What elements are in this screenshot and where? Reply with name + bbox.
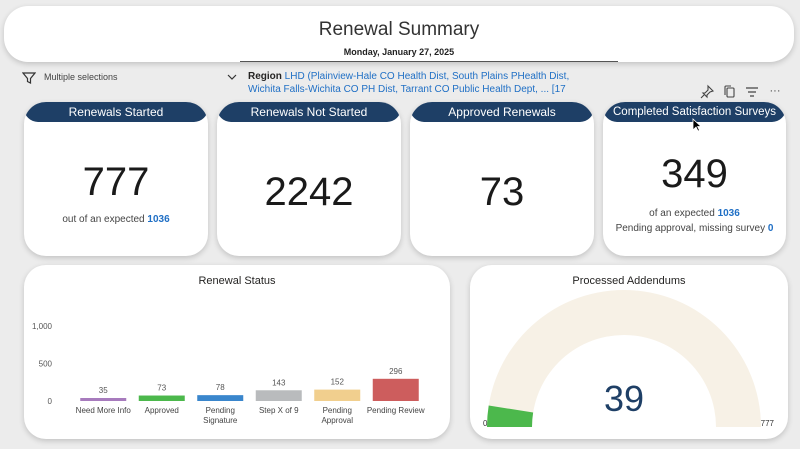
- header-card: Renewal Summary Monday, January 27, 2025: [4, 6, 794, 62]
- bar[interactable]: [197, 395, 244, 401]
- title-divider: [240, 61, 618, 62]
- mouse-cursor-icon: [692, 118, 702, 132]
- region-label: Region: [248, 71, 282, 82]
- chart-title: Renewal Status: [198, 275, 276, 287]
- addendums-gauge: 39 0 777: [483, 290, 775, 428]
- bar[interactable]: [255, 390, 302, 401]
- x-tick-label: Signature: [203, 416, 238, 425]
- kpi-title: Renewals Not Started: [217, 102, 401, 122]
- more-options-icon[interactable]: ···: [766, 84, 784, 100]
- bar[interactable]: [138, 395, 185, 401]
- kpi-pending-prefix: Pending approval, missing survey: [615, 223, 766, 234]
- kpi-renewals-not-started: Renewals Not Started 2242: [217, 102, 401, 256]
- report-date: Monday, January 27, 2025: [343, 47, 455, 57]
- filter-icon[interactable]: [743, 84, 761, 100]
- x-tick-label: Approved: [145, 406, 179, 415]
- gauge-value: 39: [604, 378, 644, 419]
- x-tick-label: Step X of 9: [259, 406, 299, 415]
- x-tick-label: Pending: [206, 406, 235, 415]
- y-tick-label: 500: [39, 360, 53, 369]
- kpi-value: 777: [82, 160, 150, 204]
- kpi-subtext: of an expected 1036: [603, 208, 786, 219]
- slicer-value: Multiple selections: [44, 72, 118, 82]
- x-tick-label: Approval: [321, 416, 353, 425]
- slicer-dropdown[interactable]: Multiple selections: [22, 70, 242, 86]
- kpi-expected-value: 1036: [717, 208, 740, 219]
- data-label: 296: [389, 367, 403, 376]
- renewal-status-panel: 0 500 1,000 35 Need More Info 73 Approved 78 Pen…: [24, 265, 450, 439]
- kpi-subtext: out of an expected 1036: [24, 214, 208, 225]
- region-value: LHD (Plainview-Hale CO Health Dist, Sout…: [248, 71, 570, 95]
- data-label: 35: [99, 386, 108, 395]
- data-label: 73: [157, 384, 166, 393]
- chart-title: Processed Addendums: [572, 275, 686, 287]
- renewal-status-chart: 0 500 1,000 35 Need More Info 73 Approved 78 Pen…: [32, 322, 425, 425]
- kpi-subtext-prefix: of an expected: [649, 208, 715, 219]
- page-title: Renewal Summary: [318, 19, 480, 40]
- bar[interactable]: [372, 378, 419, 401]
- kpi-expected-value: 1036: [147, 214, 170, 225]
- kpi-renewals-started: Renewals Started 777 out of an expected …: [24, 102, 208, 256]
- kpi-pending-text: Pending approval, missing survey 0: [603, 223, 786, 234]
- y-tick-label: 0: [48, 397, 53, 406]
- bar[interactable]: [314, 389, 361, 401]
- kpi-value: 73: [479, 170, 525, 214]
- data-label: 152: [331, 378, 345, 387]
- x-tick-label: Need More Info: [76, 406, 132, 415]
- processed-addendums-panel: 39 0 777 Processed Addendums: [470, 265, 788, 439]
- data-label: 143: [272, 378, 286, 387]
- bar[interactable]: [80, 398, 127, 401]
- kpi-title: Approved Renewals: [410, 102, 594, 122]
- kpi-value: 2242: [264, 170, 354, 214]
- kpi-pending-value: 0: [767, 223, 774, 234]
- data-label: 78: [216, 383, 225, 392]
- region-filter-summary[interactable]: Region LHD (Plainview-Hale CO Health Dis…: [248, 70, 578, 96]
- pin-icon[interactable]: [698, 84, 716, 100]
- gauge-min-label: 0: [483, 419, 488, 428]
- x-tick-label: Pending Review: [367, 406, 425, 415]
- kpi-approved-renewals: Approved Renewals 73: [410, 102, 594, 256]
- funnel-icon[interactable]: [22, 71, 36, 85]
- chevron-down-icon[interactable]: [227, 72, 237, 82]
- y-tick-label: 1,000: [32, 322, 53, 331]
- x-tick-label: Pending: [323, 406, 352, 415]
- kpi-subtext-prefix: out of an expected: [62, 214, 145, 225]
- kpi-value: 349: [661, 152, 728, 196]
- gauge-max-label: 777: [761, 419, 775, 428]
- copy-icon[interactable]: [721, 84, 739, 100]
- kpi-title: Renewals Started: [24, 102, 208, 122]
